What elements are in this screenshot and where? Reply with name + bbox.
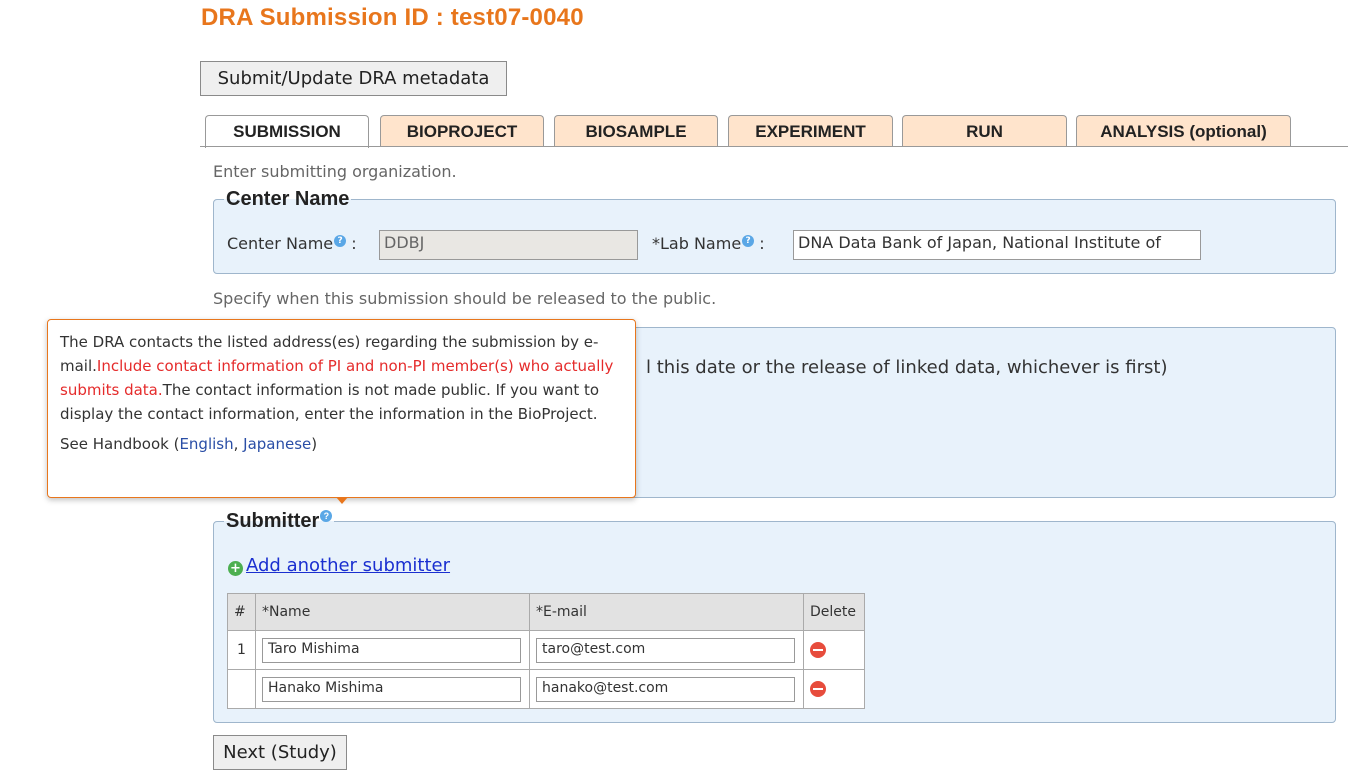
lab-name-field[interactable]: DNA Data Bank of Japan, National Institu… [793,230,1201,260]
question-icon[interactable]: ? [334,234,347,247]
plus-circle-icon[interactable]: + [228,561,243,576]
submit-update-button[interactable]: Submit/Update DRA metadata [200,61,507,96]
tab-divider [200,146,1348,147]
submitter-name-input[interactable]: Hanako Mishima [262,676,521,702]
question-icon[interactable]: ? [320,510,333,523]
tooltip-text: The DRA contacts the listed address(es) … [60,333,614,423]
table-row: Hanako Mishima hanako@test.com [227,669,865,709]
add-submitter-link-group: + Add another submitter [228,555,450,576]
next-study-button[interactable]: Next (Study) [213,735,347,770]
tab-bioproject[interactable]: BIOPROJECT [380,115,544,147]
minus-circle-icon[interactable] [810,681,826,697]
submitter-help-tooltip: The DRA contacts the listed address(es) … [47,319,636,498]
table-row: 1 Taro Mishima taro@test.com [227,630,865,670]
page-title: DRA Submission ID : test07-0040 [201,4,584,31]
question-icon[interactable]: ? [742,234,755,247]
column-number: # [227,593,256,631]
center-name-label-group: Center Name? : [227,234,357,253]
release-hint: Specify when this submission should be r… [213,289,717,308]
handbook-japanese-link[interactable]: Japanese [243,435,311,453]
submitter-name-input[interactable]: Taro Mishima [262,637,521,663]
tab-run[interactable]: RUN [902,115,1067,147]
column-email: *E-mail [529,593,804,631]
submitter-email-input[interactable]: hanako@test.com [536,676,795,702]
tab-experiment[interactable]: EXPERIMENT [728,115,893,147]
release-option-text: l this date or the release of linked dat… [646,357,1168,378]
submitter-email-input[interactable]: taro@test.com [536,637,795,663]
tooltip-handbook-ref: See Handbook (English, Japanese) [60,435,318,453]
submitter-table: # *Name *E-mail Delete 1 Taro Mishima ta… [227,593,865,709]
column-name: *Name [255,593,530,631]
tooltip-arrow [336,497,348,504]
tab-analysis[interactable]: ANALYSIS (optional) [1076,115,1291,147]
handbook-english-link[interactable]: English [179,435,233,453]
center-name-label: Center Name [227,234,334,253]
lab-name-label: *Lab Name [652,234,742,253]
tab-submission[interactable]: SUBMISSION [205,115,369,148]
center-hint: Enter submitting organization. [213,162,457,181]
tab-biosample[interactable]: BIOSAMPLE [554,115,718,147]
add-submitter-link[interactable]: Add another submitter [246,555,450,576]
table-header-row: # *Name *E-mail Delete [227,593,865,631]
center-name-field: DDBJ [379,230,638,260]
center-name-legend: Center Name [226,188,350,210]
column-delete: Delete [803,593,865,631]
lab-name-label-group: *Lab Name? : [652,234,765,253]
submitter-legend: Submitter? [224,510,334,533]
row-number: 1 [227,630,256,670]
minus-circle-icon[interactable] [810,642,826,658]
row-number [227,669,256,709]
